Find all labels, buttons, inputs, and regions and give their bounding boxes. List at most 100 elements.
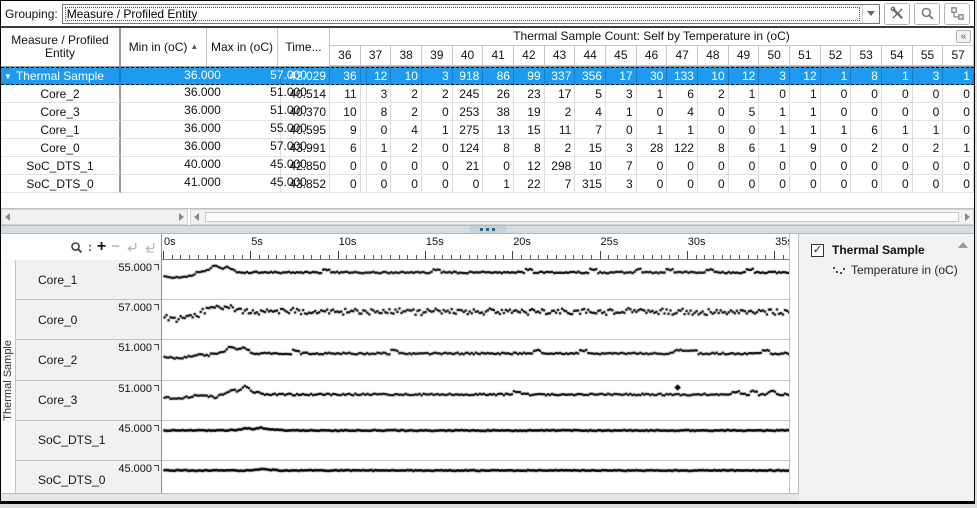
time-cell[interactable]: 40.370: [278, 103, 330, 121]
temp-column-header[interactable]: 42: [514, 46, 545, 66]
count-cell[interactable]: 1: [882, 121, 913, 139]
count-cell[interactable]: 0: [821, 157, 852, 175]
count-cell[interactable]: 1: [882, 68, 913, 84]
count-cell[interactable]: 2: [913, 139, 944, 157]
count-cell[interactable]: 1: [943, 139, 974, 157]
temp-column-header[interactable]: 44: [575, 46, 606, 66]
right-hscrollbar[interactable]: [190, 209, 974, 225]
count-cell[interactable]: 86: [483, 68, 514, 84]
count-cell[interactable]: 0: [821, 85, 852, 103]
count-cell[interactable]: 1: [729, 85, 760, 103]
count-cell[interactable]: 8: [514, 139, 545, 157]
count-cell[interactable]: 2: [545, 103, 576, 121]
customize-grouping-button[interactable]: [884, 3, 910, 25]
count-cell[interactable]: 1: [483, 175, 514, 193]
count-cell[interactable]: 9: [330, 121, 361, 139]
scatter-canvas[interactable]: [162, 260, 789, 299]
time-cell[interactable]: 43.991: [278, 139, 330, 157]
temp-column-header[interactable]: 47: [667, 46, 698, 66]
temp-column-header[interactable]: 51: [790, 46, 821, 66]
count-cell[interactable]: 6: [330, 139, 361, 157]
timeline-plot-row[interactable]: [162, 421, 789, 461]
temp-column-header[interactable]: 50: [759, 46, 790, 66]
time-cell[interactable]: 43.852: [278, 175, 330, 193]
count-cell[interactable]: 12: [361, 68, 392, 84]
count-cell[interactable]: 38: [483, 103, 514, 121]
count-cell[interactable]: 21: [453, 157, 484, 175]
table-row[interactable]: ▼Thermal Sample36.00057.00042.0293612103…: [1, 67, 974, 85]
count-cell[interactable]: 8: [483, 139, 514, 157]
hscrollbar-thumb[interactable]: [205, 212, 959, 222]
zoom-in-button[interactable]: +: [97, 240, 106, 254]
count-cell[interactable]: 3: [606, 139, 637, 157]
temp-column-header[interactable]: 38: [391, 46, 422, 66]
scroll-left-icon[interactable]: [5, 213, 10, 221]
count-cell[interactable]: 8: [361, 103, 392, 121]
timeline-row-label[interactable]: Core_251.000: [16, 340, 161, 380]
temp-column-header[interactable]: 48: [698, 46, 729, 66]
count-cell[interactable]: 253: [453, 103, 484, 121]
temp-column-header[interactable]: 41: [483, 46, 514, 66]
count-cell[interactable]: 1: [361, 139, 392, 157]
count-cell[interactable]: 19: [514, 103, 545, 121]
count-cell[interactable]: 356: [575, 68, 606, 84]
temp-column-header[interactable]: 39: [422, 46, 453, 66]
count-cell[interactable]: 0: [698, 175, 729, 193]
count-cell[interactable]: 5: [729, 103, 760, 121]
count-cell[interactable]: 0: [943, 175, 974, 193]
scatter-canvas[interactable]: [162, 381, 789, 420]
entity-cell[interactable]: Core_3: [1, 103, 121, 121]
entity-cell[interactable]: SoC_DTS_0: [1, 175, 121, 193]
count-cell[interactable]: 0: [821, 139, 852, 157]
count-cell[interactable]: 7: [606, 157, 637, 175]
timeline-plot-row[interactable]: [162, 260, 789, 300]
timeline-plot-row[interactable]: [162, 340, 789, 380]
collapse-columns-button[interactable]: «: [956, 30, 971, 43]
time-cell[interactable]: 42.029: [278, 68, 330, 84]
count-cell[interactable]: 1: [790, 103, 821, 121]
temp-column-header[interactable]: 46: [637, 46, 668, 66]
count-cell[interactable]: 10: [698, 68, 729, 84]
count-cell[interactable]: 17: [545, 85, 576, 103]
count-cell[interactable]: 0: [361, 157, 392, 175]
count-cell[interactable]: 7: [575, 121, 606, 139]
count-cell[interactable]: 99: [514, 68, 545, 84]
count-cell[interactable]: 0: [851, 103, 882, 121]
count-cell[interactable]: 0: [882, 139, 913, 157]
count-cell[interactable]: 7: [545, 175, 576, 193]
thermal-sample-checkbox[interactable]: ✓: [811, 244, 824, 257]
timeline-row-label[interactable]: Core_057.000: [16, 300, 161, 340]
count-cell[interactable]: 0: [943, 157, 974, 175]
entity-cell[interactable]: SoC_DTS_1: [1, 157, 121, 175]
count-cell[interactable]: 0: [422, 175, 453, 193]
scroll-up-icon[interactable]: [958, 242, 968, 248]
temp-column-header[interactable]: 57: [943, 46, 974, 66]
count-cell[interactable]: 1: [637, 85, 668, 103]
count-cell[interactable]: 0: [729, 157, 760, 175]
count-cell[interactable]: 6: [667, 85, 698, 103]
count-cell[interactable]: 1: [913, 121, 944, 139]
count-cell[interactable]: 0: [698, 157, 729, 175]
temp-column-header[interactable]: 45: [606, 46, 637, 66]
count-cell[interactable]: 0: [913, 103, 944, 121]
count-cell[interactable]: 0: [882, 85, 913, 103]
count-cell[interactable]: 0: [391, 175, 422, 193]
column-header-time[interactable]: Time...: [278, 28, 330, 66]
zoom-out-button[interactable]: −: [111, 240, 120, 254]
pane-splitter[interactable]: [1, 225, 974, 234]
count-cell[interactable]: 0: [821, 175, 852, 193]
temp-column-header[interactable]: 55: [913, 46, 944, 66]
count-cell[interactable]: 26: [483, 85, 514, 103]
count-cell[interactable]: 8: [698, 139, 729, 157]
count-cell[interactable]: 22: [514, 175, 545, 193]
count-cell[interactable]: 0: [790, 157, 821, 175]
time-cell[interactable]: 40.514: [278, 85, 330, 103]
count-cell[interactable]: 3: [606, 175, 637, 193]
count-cell[interactable]: 133: [667, 68, 698, 84]
count-cell[interactable]: 3: [422, 68, 453, 84]
count-cell[interactable]: 1: [790, 121, 821, 139]
count-cell[interactable]: 0: [729, 121, 760, 139]
count-cell[interactable]: 9: [790, 139, 821, 157]
temp-column-header[interactable]: 36: [330, 46, 361, 66]
timeline-plot-row[interactable]: [162, 300, 789, 340]
